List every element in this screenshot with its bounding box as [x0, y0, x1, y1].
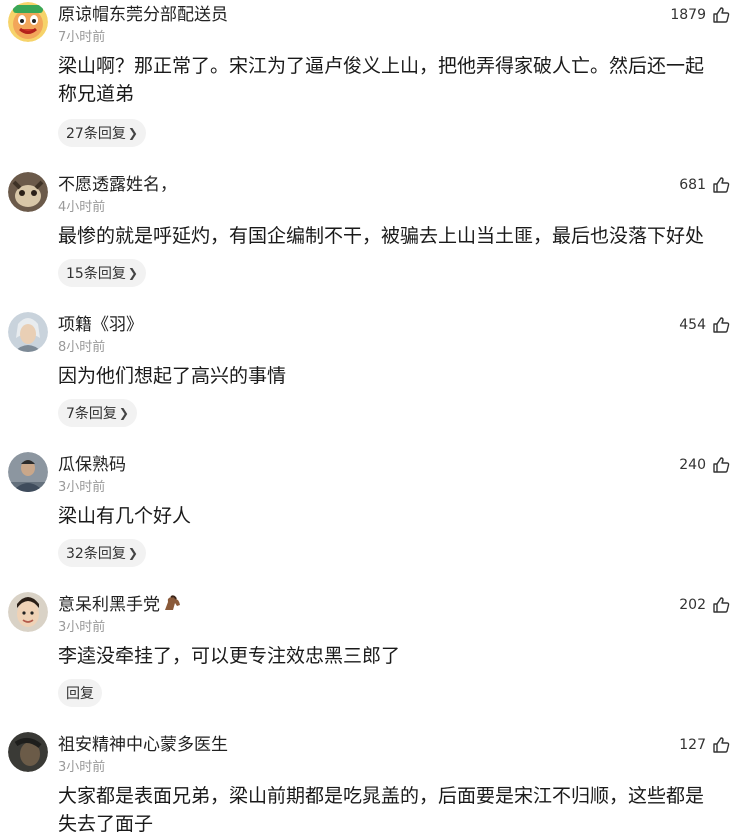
reply-count-label: 15条回复	[66, 266, 126, 282]
like-button[interactable]: 127	[679, 736, 730, 754]
reply-label: 回复	[66, 686, 94, 702]
username[interactable]: 项籍《羽》	[58, 314, 143, 336]
like-count: 240	[679, 457, 706, 473]
user-avatar[interactable]	[8, 452, 48, 492]
username[interactable]: 意呆利黑手党	[58, 594, 182, 616]
comment-item: 原谅帽东莞分部配送员 7小时前 1879 梁山啊？那正常了。宋江为了逼卢俊义上山…	[0, 0, 748, 160]
comment-time: 3小时前	[58, 480, 106, 495]
reply-button[interactable]: 回复	[58, 679, 102, 707]
username[interactable]: 瓜保熟码	[58, 454, 126, 476]
reply-count-label: 27条回复	[66, 126, 126, 142]
like-count: 202	[679, 597, 706, 613]
comment-item: 项籍《羽》 8小时前 454 因为他们想起了高兴的事情 7条回复 ❯	[0, 310, 748, 440]
comment-item: 意呆利黑手党 3小时前 202 李逵没牵挂了，可以更专注效忠黑三郎了 回复	[0, 590, 748, 720]
thumbs-up-icon	[713, 737, 730, 753]
username[interactable]: 不愿透露姓名，	[58, 174, 177, 196]
comment-time: 8小时前	[58, 340, 106, 355]
chevron-right-icon: ❯	[127, 126, 138, 140]
like-count: 1879	[670, 7, 706, 23]
user-avatar[interactable]	[8, 2, 48, 42]
like-button[interactable]: 454	[679, 316, 730, 334]
like-button[interactable]: 202	[679, 596, 730, 614]
reply-count-label: 7条回复	[66, 406, 117, 422]
reply-count-label: 32条回复	[66, 546, 126, 562]
comment-text: 最惨的就是呼延灼，有国企编制不干，被骗去上山当土匪，最后也没落下好处	[58, 225, 705, 247]
thumbs-up-icon	[713, 597, 730, 613]
thumbs-up-icon	[713, 317, 730, 333]
comment-text: 因为他们想起了高兴的事情	[58, 365, 287, 387]
chevron-right-icon: ❯	[127, 266, 138, 280]
view-replies-button[interactable]: 32条回复 ❯	[58, 539, 146, 567]
comment-text: 梁山有几个好人	[58, 505, 192, 527]
comment-item: 祖安精神中心蒙多医生 3小时前 127 大家都是表面兄弟，梁山前期都是吃晁盖的，…	[0, 730, 748, 835]
comment-time: 7小时前	[58, 30, 106, 45]
thumbs-up-icon	[713, 177, 730, 193]
like-button[interactable]: 240	[679, 456, 730, 474]
user-avatar[interactable]	[8, 732, 48, 772]
comment-text: 大家都是表面兄弟，梁山前期都是吃晁盖的，后面要是宋江不归顺，这些都是 失去了面子	[58, 785, 705, 835]
like-button[interactable]: 681	[679, 176, 730, 194]
user-avatar[interactable]	[8, 592, 48, 632]
chevron-right-icon: ❯	[118, 406, 129, 420]
username[interactable]: 祖安精神中心蒙多医生	[58, 734, 228, 756]
like-count: 127	[679, 737, 706, 753]
comment-time: 4小时前	[58, 200, 106, 215]
like-count: 681	[679, 177, 706, 193]
view-replies-button[interactable]: 7条回复 ❯	[58, 399, 137, 427]
comment-text: 梁山啊？那正常了。宋江为了逼卢俊义上山，把他弄得家破人亡。然后还一起 称兄道弟	[58, 55, 705, 105]
comment-time: 3小时前	[58, 620, 106, 635]
username[interactable]: 原谅帽东莞分部配送员	[58, 4, 228, 26]
horse-emoji-icon	[165, 595, 180, 610]
user-avatar[interactable]	[8, 172, 48, 212]
thumbs-up-icon	[713, 7, 730, 23]
view-replies-button[interactable]: 27条回复 ❯	[58, 119, 146, 147]
comment-item: 瓜保熟码 3小时前 240 梁山有几个好人 32条回复 ❯	[0, 450, 748, 580]
view-replies-button[interactable]: 15条回复 ❯	[58, 259, 146, 287]
chevron-right-icon: ❯	[127, 546, 138, 560]
comment-time: 3小时前	[58, 760, 106, 775]
like-button[interactable]: 1879	[670, 6, 730, 24]
comment-text: 李逵没牵挂了，可以更专注效忠黑三郎了	[58, 645, 401, 667]
comment-item: 不愿透露姓名， 4小时前 681 最惨的就是呼延灼，有国企编制不干，被骗去上山当…	[0, 170, 748, 300]
thumbs-up-icon	[713, 457, 730, 473]
user-avatar[interactable]	[8, 312, 48, 352]
like-count: 454	[679, 317, 706, 333]
